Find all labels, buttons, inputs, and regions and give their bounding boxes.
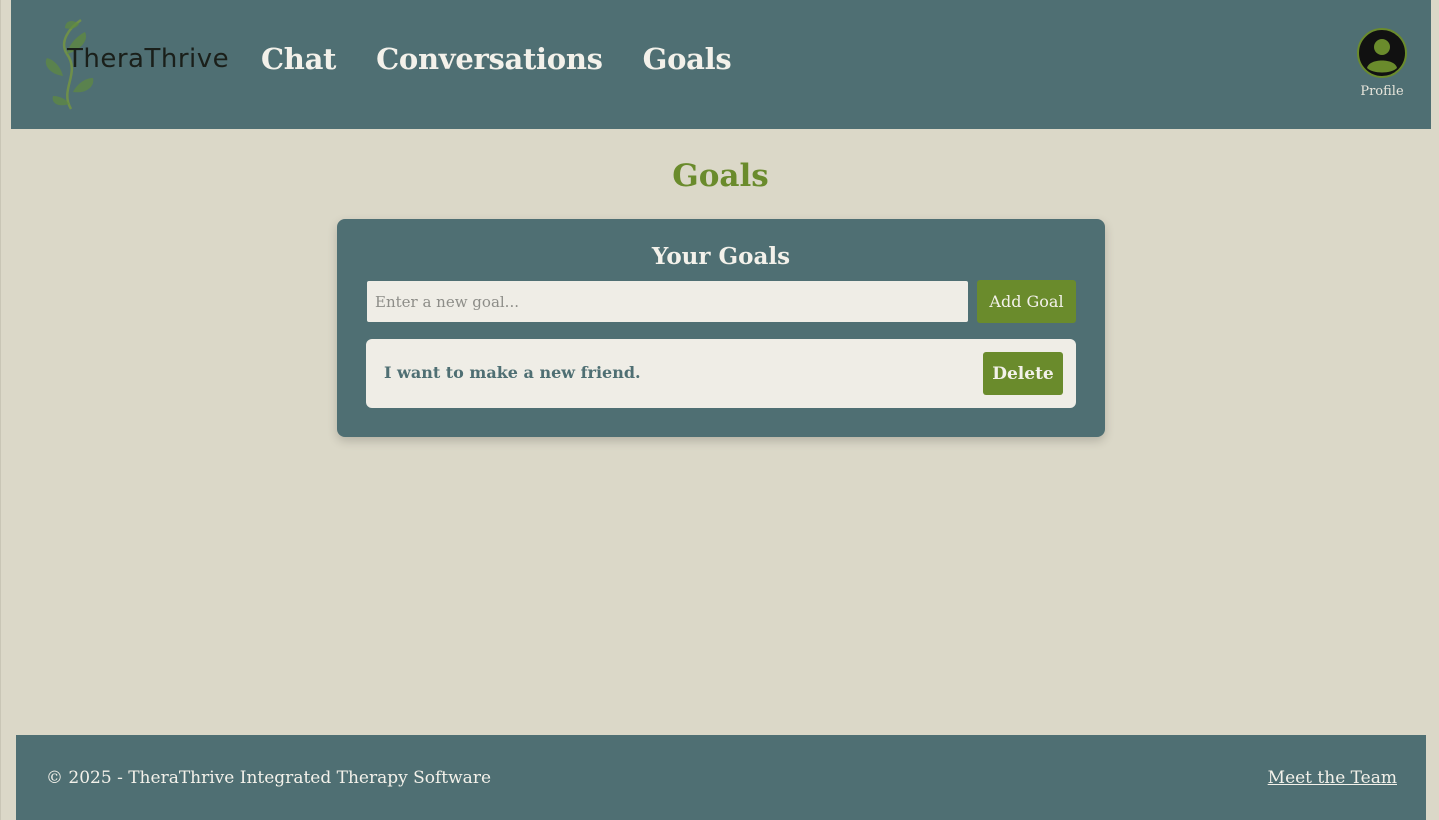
brand-name: TheraThrive	[67, 44, 230, 74]
page-title: Goals	[672, 158, 769, 194]
add-goal-button[interactable]: Add Goal	[977, 280, 1076, 323]
brand-logo[interactable]: TheraThrive	[41, 14, 231, 114]
main-nav: Chat Conversations Goals	[261, 42, 732, 76]
nav-link-goals[interactable]: Goals	[643, 42, 732, 76]
goals-card-title: Your Goals	[651, 243, 791, 270]
profile-button[interactable]: Profile	[1353, 28, 1411, 99]
goals-card: Your Goals Add Goal I want to make a new…	[337, 219, 1105, 437]
footer-copyright: © 2025 - TheraThrive Integrated Therapy …	[46, 768, 492, 788]
user-avatar-icon	[1357, 28, 1407, 78]
top-navigation-bar: TheraThrive Chat Conversations Goals Pro…	[11, 0, 1431, 129]
delete-goal-button[interactable]: Delete	[983, 352, 1063, 395]
new-goal-input[interactable]	[367, 281, 968, 322]
goal-text: I want to make a new friend.	[384, 363, 641, 382]
profile-label: Profile	[1360, 84, 1404, 99]
app-window: TheraThrive Chat Conversations Goals Pro…	[0, 0, 1439, 820]
meet-the-team-link[interactable]: Meet the Team	[1268, 768, 1397, 788]
nav-link-conversations[interactable]: Conversations	[376, 42, 603, 76]
page-footer: © 2025 - TheraThrive Integrated Therapy …	[16, 735, 1426, 820]
nav-link-chat[interactable]: Chat	[261, 42, 336, 76]
goal-list-item: I want to make a new friend. Delete	[366, 339, 1076, 408]
